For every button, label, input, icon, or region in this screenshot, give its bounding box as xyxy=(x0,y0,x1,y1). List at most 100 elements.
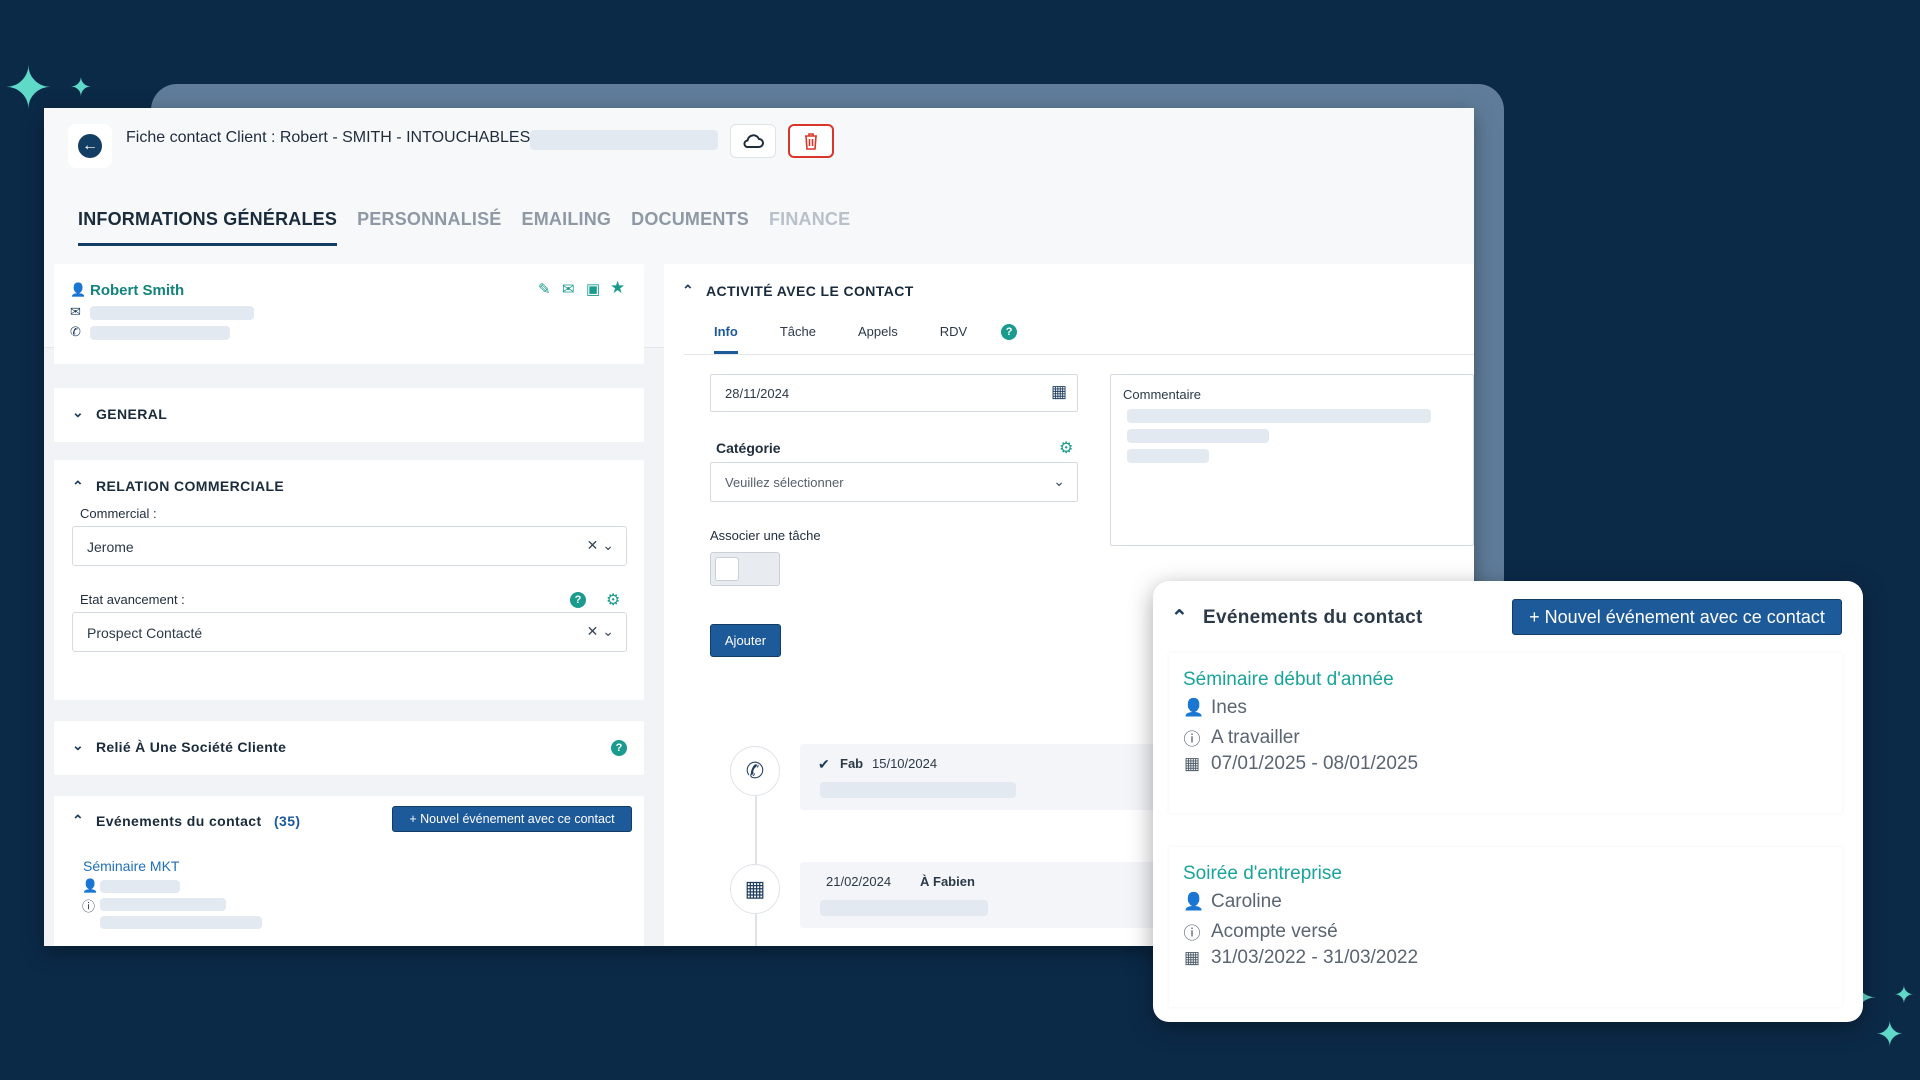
timeline-date: 21/02/2024 xyxy=(826,874,892,889)
redacted-text xyxy=(1127,429,1269,443)
calendar-icon: ▦ xyxy=(1183,948,1201,967)
delete-button[interactable] xyxy=(788,124,834,158)
tab-documents[interactable]: DOCUMENTS xyxy=(631,192,769,246)
relation-commerciale-section: ⌃ RELATION COMMERCIALE Commercial : Jero… xyxy=(54,460,644,700)
redacted-text xyxy=(100,880,180,893)
user-icon: 👤 xyxy=(70,282,87,297)
new-event-button[interactable]: + Nouvel événement avec ce contact xyxy=(1512,599,1842,635)
help-icon[interactable]: ? xyxy=(611,740,627,756)
commercial-label: Commercial : xyxy=(80,506,157,521)
event-title[interactable]: Soirée d'entreprise xyxy=(1183,863,1342,885)
section-title: ACTIVITÉ AVEC LE CONTACT xyxy=(706,283,914,299)
help-icon[interactable]: ? xyxy=(570,592,586,608)
info-icon: ⓘ xyxy=(1183,924,1201,943)
trash-icon xyxy=(805,133,817,150)
event-dates: ▦ 31/03/2022 - 31/03/2022 xyxy=(1183,947,1418,969)
star-icon[interactable]: ★ xyxy=(610,278,625,298)
general-section[interactable]: ⌄ GENERAL xyxy=(54,388,644,442)
event-status: ⓘ A travailler xyxy=(1183,725,1300,750)
gear-icon[interactable]: ⚙ xyxy=(606,590,620,610)
event-status: ⓘ Acompte versé xyxy=(1183,919,1338,944)
phone-icon: ✆ xyxy=(70,324,81,339)
tab-finance[interactable]: FINANCE xyxy=(769,192,870,246)
main-tabs: INFORMATIONS GÉNÉRALES PERSONNALISÉ EMAI… xyxy=(78,192,870,246)
commentaire-field[interactable]: Commentaire xyxy=(1110,374,1474,546)
toggle-knob xyxy=(715,557,739,581)
sync-button[interactable] xyxy=(730,124,776,158)
ajouter-button[interactable]: Ajouter xyxy=(710,624,781,657)
associer-label: Associer une tâche xyxy=(710,528,821,543)
redacted-text xyxy=(530,130,718,150)
info-icon: ⓘ xyxy=(1183,730,1201,749)
redacted-text xyxy=(100,898,226,911)
sparkle-decoration-icon: ✦ xyxy=(1893,982,1914,1009)
select-placeholder: Veuillez sélectionner xyxy=(725,475,844,490)
chevron-up-icon[interactable]: ⌃ xyxy=(72,812,84,829)
email-icon[interactable]: ✉ xyxy=(562,280,575,298)
events-section: ⌃ Evénements du contact (35) + Nouvel év… xyxy=(54,796,644,946)
redacted-text xyxy=(1127,409,1431,423)
tab-tache[interactable]: Tâche xyxy=(780,324,816,354)
chevron-up-icon[interactable]: ⌃ xyxy=(72,478,84,495)
sparkle-decoration-icon: ✦ xyxy=(70,72,92,102)
help-icon[interactable]: ? xyxy=(1001,324,1018,340)
select-value: Prospect Contacté xyxy=(87,625,203,641)
timeline-date: 15/10/2024 xyxy=(872,756,938,771)
mail-icon: ✉ xyxy=(70,304,81,319)
relie-section[interactable]: ⌄ Relié À Une Société Cliente ? xyxy=(54,721,644,775)
etat-label: Etat avancement : xyxy=(80,592,185,607)
back-button[interactable]: ← xyxy=(68,124,112,168)
user-icon: 👤 xyxy=(1183,698,1205,717)
clear-chevron-icon[interactable]: ✕ ⌄ xyxy=(587,537,614,554)
section-title: Evénements du contact xyxy=(96,813,262,829)
event-card[interactable]: Soirée d'entreprise 👤 Caroline ⓘ Acompte v… xyxy=(1169,847,1842,1007)
tab-info[interactable]: Info xyxy=(714,324,738,354)
calendar-icon[interactable]: ▣ xyxy=(586,280,600,298)
phone-call-icon: ✆ xyxy=(730,746,780,796)
tab-personnalise[interactable]: PERSONNALISÉ xyxy=(357,192,521,246)
date-input[interactable]: 28/11/2024 ▦ xyxy=(710,374,1078,412)
event-person: 👤 Caroline xyxy=(1183,891,1282,913)
redacted-email xyxy=(90,306,254,320)
redacted-text xyxy=(100,916,262,929)
cloud-icon xyxy=(743,134,764,148)
timeline-line xyxy=(755,774,757,946)
divider xyxy=(684,354,1474,355)
timeline-author: À Fabien xyxy=(920,874,975,889)
redacted-text xyxy=(820,782,1016,798)
event-link[interactable]: Séminaire MKT xyxy=(83,858,179,874)
gear-icon[interactable]: ⚙ xyxy=(1059,438,1073,458)
tab-appels[interactable]: Appels xyxy=(858,324,898,354)
tab-informations-generales[interactable]: INFORMATIONS GÉNÉRALES xyxy=(78,192,338,246)
clear-chevron-icon[interactable]: ✕ ⌄ xyxy=(587,623,614,640)
check-circle-icon: ✔ xyxy=(818,756,830,772)
timeline-author: Fab xyxy=(840,756,864,771)
date-value: 28/11/2024 xyxy=(725,386,790,401)
commercial-select[interactable]: Jerome ✕ ⌄ xyxy=(72,526,627,566)
person-name: Caroline xyxy=(1211,891,1282,912)
categorie-select[interactable]: Veuillez sélectionner ⌄ xyxy=(710,462,1078,502)
page-title: Fiche contact Client : Robert - SMITH - … xyxy=(126,129,541,146)
event-card[interactable]: Séminaire début d'année 👤 Ines ⓘ A travail… xyxy=(1169,653,1842,813)
user-icon: 👤 xyxy=(82,878,99,893)
tab-emailing[interactable]: EMAILING xyxy=(522,192,632,246)
events-count: (35) xyxy=(274,813,301,829)
edit-icon[interactable]: ✎ xyxy=(538,280,551,298)
chevron-up-icon[interactable]: ⌃ xyxy=(1171,605,1188,630)
commentaire-label: Commentaire xyxy=(1123,387,1202,402)
event-title[interactable]: Séminaire début d'année xyxy=(1183,669,1394,691)
etat-select[interactable]: Prospect Contacté ✕ ⌄ xyxy=(72,612,627,652)
event-dates: ▦ 07/01/2025 - 08/01/2025 xyxy=(1183,753,1418,775)
status-text: Acompte versé xyxy=(1211,920,1338,942)
person-name: Ines xyxy=(1211,697,1247,718)
calendar-icon[interactable]: ▦ xyxy=(1051,382,1067,402)
chevron-up-icon[interactable]: ⌃ xyxy=(682,282,694,299)
associer-tache-toggle[interactable] xyxy=(710,552,780,586)
section-title: RELATION COMMERCIALE xyxy=(96,478,285,494)
tab-rdv[interactable]: RDV xyxy=(940,324,967,354)
contact-name[interactable]: Robert Smith xyxy=(90,282,184,299)
calendar-icon: ▦ xyxy=(1183,754,1201,773)
new-event-button[interactable]: + Nouvel événement avec ce contact xyxy=(392,806,632,832)
popup-title: Evénements du contact xyxy=(1203,607,1423,628)
activity-tabs: Info Tâche Appels RDV ? xyxy=(714,324,1018,354)
